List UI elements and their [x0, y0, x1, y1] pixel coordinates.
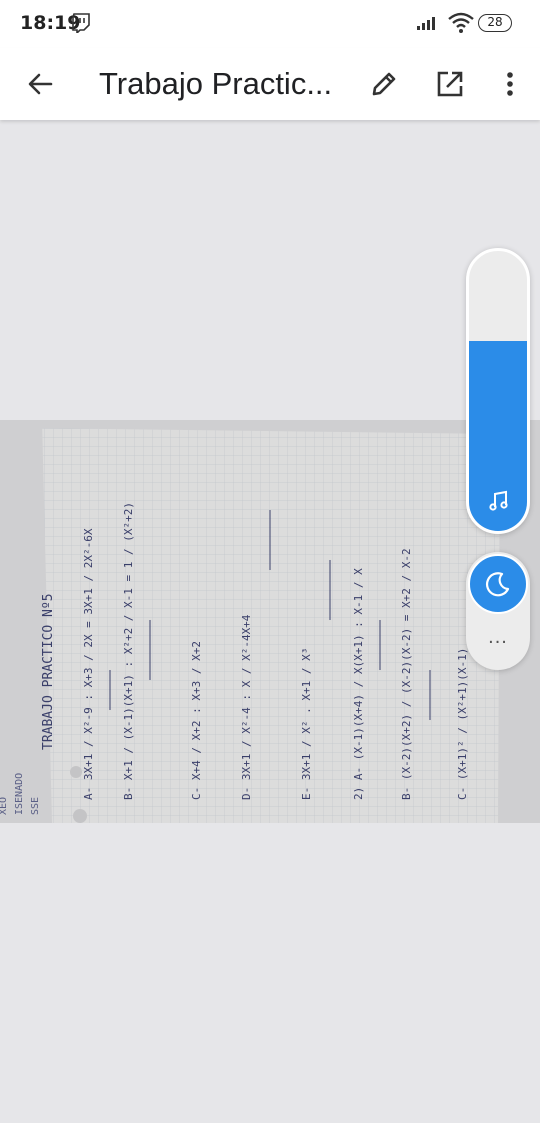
doc-line: A- 3X+1 / X²-9 : X+3 / 2X = 3X+1 / 2X²-6…	[82, 528, 95, 800]
battery-icon: 28	[478, 14, 512, 32]
signal-icon	[417, 17, 435, 30]
do-not-disturb-button[interactable]	[468, 554, 528, 614]
doc-heading: TRABAJO PRACTICO Nº5	[41, 593, 56, 750]
moon-icon	[485, 572, 510, 597]
wifi-icon	[448, 12, 474, 33]
back-arrow-icon	[28, 73, 53, 95]
doc-line: 2) A- (X-1)(X+4) / X(X+1) : X-1 / X	[352, 568, 365, 800]
more-options-button[interactable]	[488, 62, 532, 106]
margin-note: SSE	[30, 797, 41, 815]
quick-controls-panel: ...	[466, 552, 530, 670]
more-vert-icon	[507, 72, 513, 96]
pencil-icon	[372, 72, 396, 96]
open-in-new-icon	[437, 71, 463, 97]
app-bar: Trabajo Practic...	[0, 48, 540, 120]
margin-note: ISENADO	[14, 773, 25, 815]
more-horiz-icon[interactable]: ...	[482, 627, 514, 650]
doc-line: C- X+4 / X+2 : X+3 / X+2	[190, 641, 203, 800]
status-bar: 18:19 28	[0, 0, 540, 48]
doc-line: D- 3X+1 / X²-4 : X / X²-4X+4	[240, 614, 253, 800]
doc-line: E- 3X+1 / X² . X+1 / X³	[300, 648, 313, 800]
doc-line: C- (X+1)² / (X²+1)(X-1)	[456, 648, 469, 800]
page-title: Trabajo Practic...	[99, 66, 333, 101]
margin-note: XEO	[0, 797, 9, 815]
edit-button[interactable]	[362, 62, 406, 106]
document-image[interactable]: TRABAJO PRACTICO Nº5 A- 3X+1 / X²-9 : X+…	[0, 420, 540, 823]
twitch-icon	[72, 13, 90, 33]
volume-slider[interactable]	[466, 248, 530, 534]
open-in-new-button[interactable]	[428, 62, 472, 106]
doc-line: B- X+1 / (X-1)(X+1) : X²+2 / X-1 = 1 / (…	[122, 502, 135, 800]
doc-line: B- (X-2)(X+2) / (X-2)(X-2) = X+2 / X-2	[400, 548, 413, 800]
back-button[interactable]	[20, 62, 64, 106]
music-note-icon	[489, 490, 508, 511]
document-photo: TRABAJO PRACTICO Nº5 A- 3X+1 / X²-9 : X+…	[0, 420, 540, 823]
